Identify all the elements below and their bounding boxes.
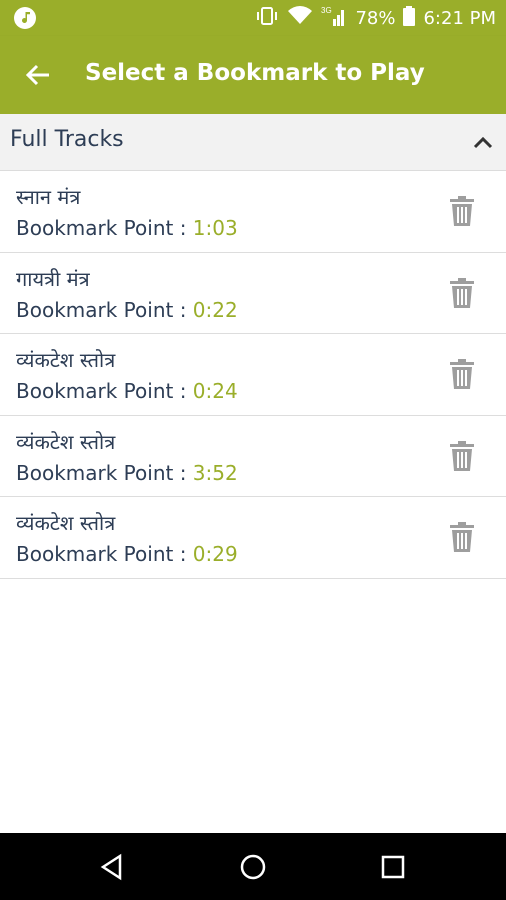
bookmark-point: Bookmark Point : 0:24 [16,379,238,403]
delete-bookmark-button[interactable] [448,358,476,390]
system-nav-bar [0,833,506,900]
section-header-full-tracks[interactable]: Full Tracks [0,114,506,171]
section-label: Full Tracks [10,127,124,152]
track-name: गायत्री मंत्र [16,266,90,291]
nav-recents-button[interactable] [378,852,408,882]
music-note-icon [14,7,36,29]
square-recents-icon [381,855,405,879]
track-name: व्यंकटेश स्तोत्र [16,511,116,536]
triangle-back-icon [100,853,122,881]
track-name: व्यंकटेश स्तोत्र [16,429,116,454]
bookmark-point-label: Bookmark Point : [16,542,193,567]
nav-back-button[interactable] [98,852,128,882]
list-item[interactable]: व्यंकटेश स्तोत्र Bookmark Point : 0:29 [0,497,506,579]
signal-icon: 3G [321,5,347,32]
delete-bookmark-button[interactable] [448,277,476,309]
app-bar: Select a Bookmark to Play [0,36,506,114]
wifi-icon [287,5,313,31]
status-bar: 3G 78% 6:21 PM [0,0,506,36]
bookmark-time: 3:52 [192,460,238,485]
bookmark-time: 0:24 [192,379,238,404]
bookmark-time: 0:29 [192,542,238,567]
bookmark-point: Bookmark Point : 1:03 [16,216,238,240]
delete-bookmark-button[interactable] [448,195,476,227]
trash-icon [450,440,474,471]
bookmark-point-label: Bookmark Point : [16,379,193,404]
battery-icon [403,5,416,31]
list-item[interactable]: व्यंकटेश स्तोत्र Bookmark Point : 3:52 [0,416,506,498]
bookmark-time: 1:03 [192,216,238,240]
bookmark-point-label: Bookmark Point : [16,460,193,485]
page-title: Select a Bookmark to Play [85,60,425,86]
list-item[interactable]: व्यंकटेश स्तोत्र Bookmark Point : 0:24 [0,334,506,416]
track-name: स्नान मंत्र [16,185,81,209]
vibrate-icon [255,6,279,31]
bookmark-point-label: Bookmark Point : [16,216,193,240]
bookmark-time: 0:22 [192,297,238,322]
back-button[interactable] [22,59,54,91]
list-item[interactable]: गायत्री मंत्र Bookmark Point : 0:22 [0,253,506,335]
bookmark-point: Bookmark Point : 0:22 [16,298,238,322]
trash-icon [450,277,474,308]
chevron-up-icon[interactable] [472,132,494,154]
delete-bookmark-button[interactable] [448,440,476,472]
arrow-left-icon [25,64,49,86]
battery-percent: 78% [355,7,396,29]
list-item[interactable]: स्नान मंत्र Bookmark Point : 1:03 [0,171,506,253]
svg-text:3G: 3G [321,6,332,15]
bookmark-list: स्नान मंत्र Bookmark Point : 1:03 गायत्र… [0,171,506,579]
trash-icon [450,522,474,553]
trash-icon [450,196,474,226]
clock: 6:21 PM [423,7,496,29]
nav-home-button[interactable] [238,852,268,882]
bookmark-point: Bookmark Point : 0:29 [16,542,238,566]
circle-home-icon [240,854,266,880]
trash-icon [450,359,474,390]
bookmark-point-label: Bookmark Point : [16,297,193,322]
delete-bookmark-button[interactable] [448,521,476,553]
bookmark-point: Bookmark Point : 3:52 [16,461,238,485]
track-name: व्यंकटेश स्तोत्र [16,348,116,373]
